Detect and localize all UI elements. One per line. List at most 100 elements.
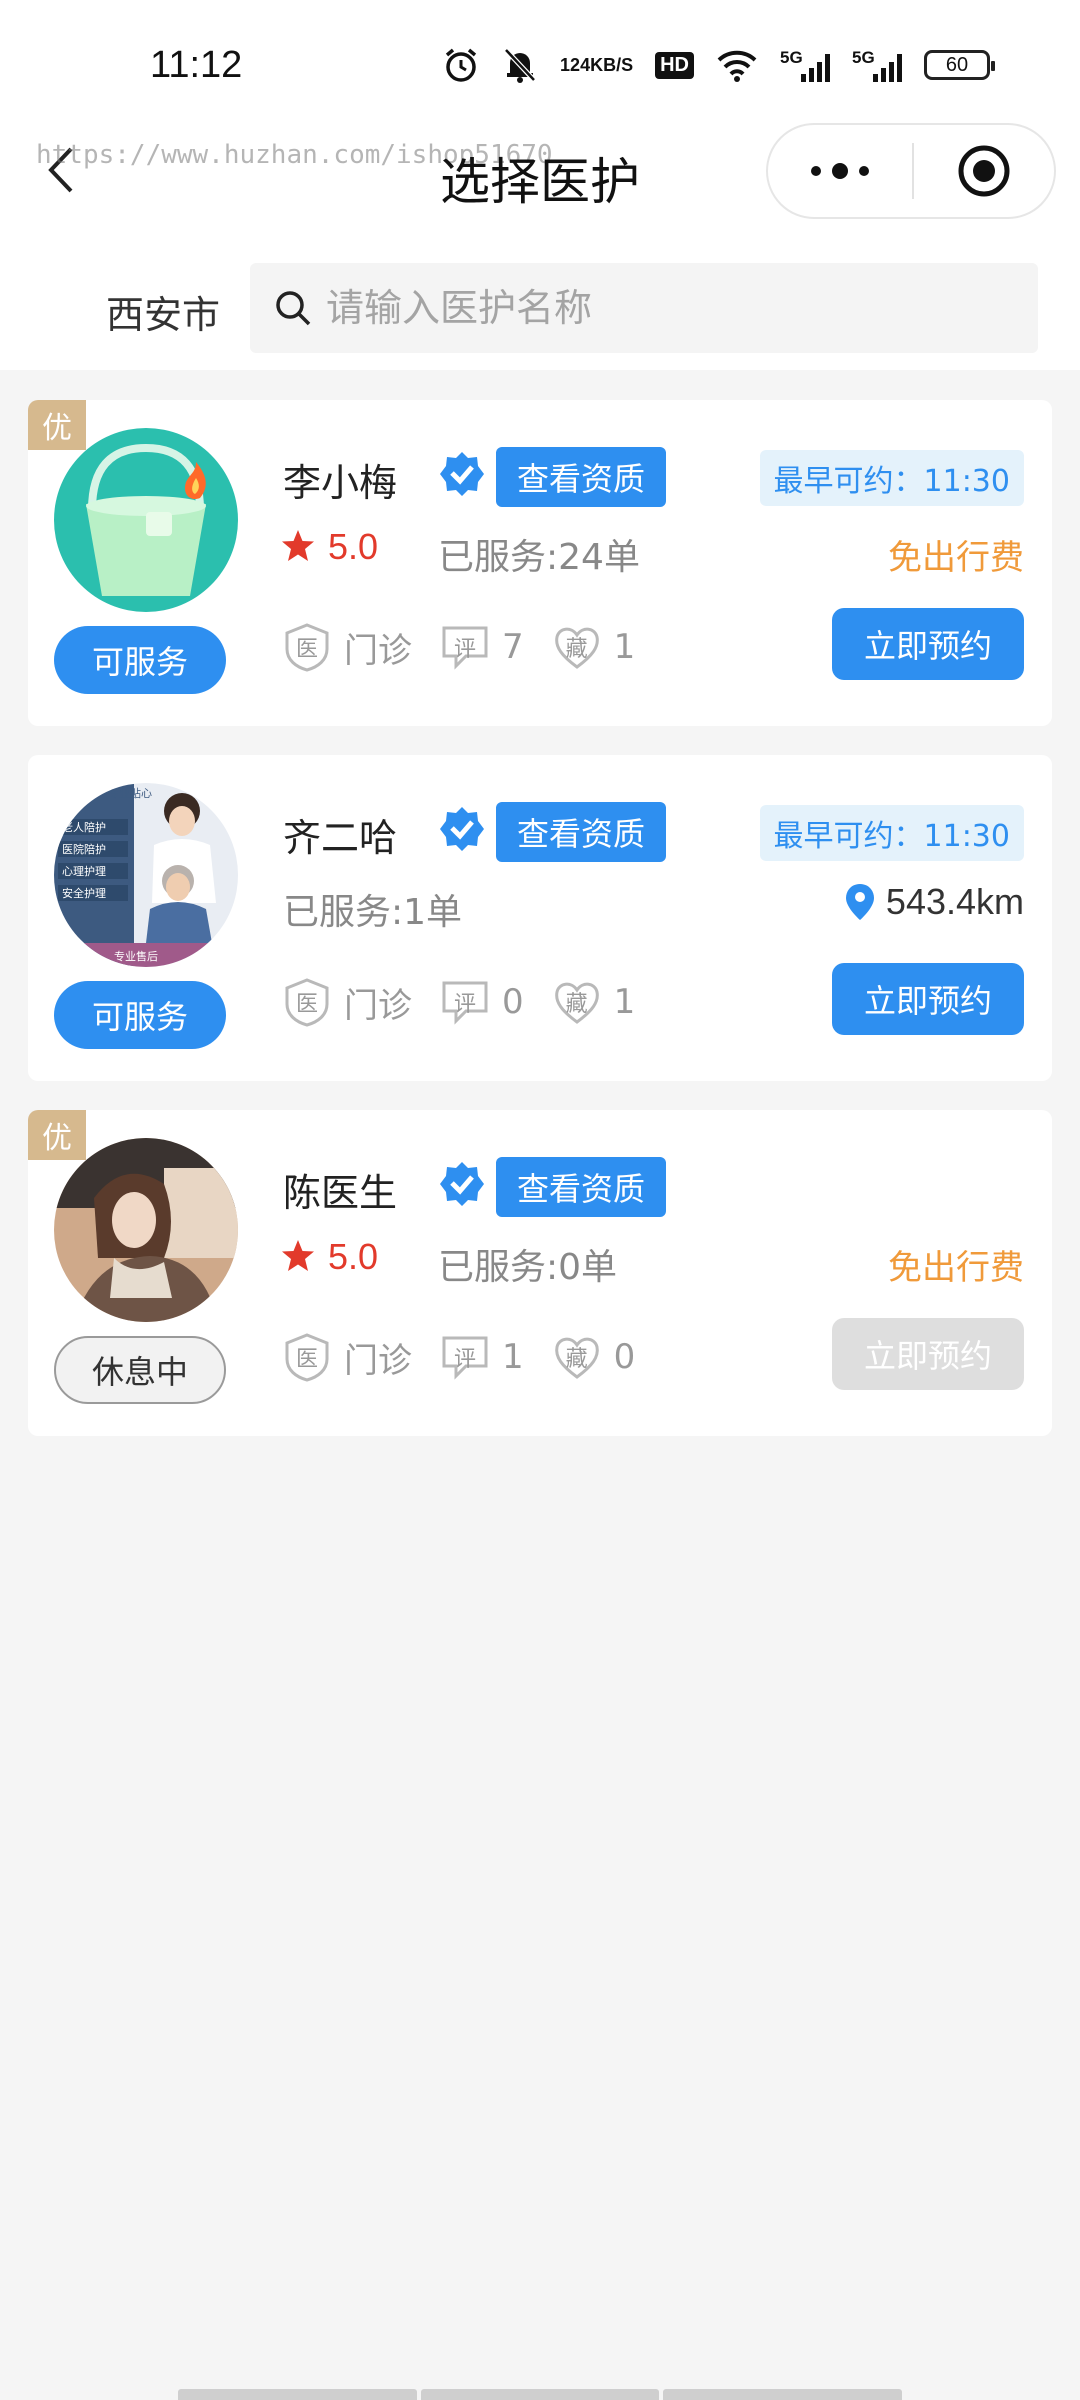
clinic-label: 门诊 (344, 630, 412, 671)
favorite-count: 1 (613, 627, 636, 667)
served-count: 已服务:1单 (283, 892, 463, 933)
city-selector[interactable]: 西安市 (106, 284, 220, 339)
net-speed-value: 124 (560, 55, 591, 75)
book-now-button-disabled: 立即预约 (832, 1318, 1024, 1390)
review-count: 1 (502, 1337, 524, 1377)
favorite-stat[interactable]: 藏 1 (552, 977, 636, 1027)
net-speed-unit: KB/S (590, 55, 634, 75)
location-pin-icon (845, 884, 874, 920)
view-credentials-button[interactable]: 查看资质 (496, 1157, 666, 1217)
status-time: 11:12 (150, 44, 243, 86)
served-count: 已服务:0单 (438, 1247, 618, 1288)
review-stat[interactable]: 评 7 (440, 622, 524, 672)
home-indicator (178, 2389, 903, 2400)
book-now-button[interactable]: 立即预约 (832, 963, 1024, 1035)
avatar (54, 428, 238, 612)
more-dots-icon (811, 163, 869, 179)
verified-badge-icon (440, 1162, 484, 1206)
avatar: 专业贴心 老人陪护 医院陪护 心理护理 安全护理 专业售后 (54, 783, 238, 967)
free-travel-tag: 免出行费 (888, 538, 1024, 578)
signal-5g-label: 5G (780, 48, 803, 67)
search-icon (276, 291, 311, 326)
served-count: 已服务:24单 (438, 537, 640, 578)
provider-name: 齐二哈 (283, 816, 398, 860)
avatar-tag: 专业贴心 (108, 786, 152, 800)
speech-bubble-icon: 评 (440, 622, 490, 672)
review-icon-char: 评 (453, 992, 476, 1017)
earliest-available-tag: 最早可约：11:30 (759, 805, 1024, 861)
clinic-stat: 医 门诊 (282, 977, 412, 1027)
search-input[interactable] (326, 286, 966, 330)
speech-bubble-icon: 评 (440, 1332, 490, 1382)
mini-program-capsule (766, 123, 1056, 219)
review-count: 0 (502, 982, 524, 1022)
verified-badge-icon (440, 452, 484, 496)
stats-row: 医 门诊 评 0 藏 1 (282, 977, 663, 1027)
target-icon (958, 145, 1010, 197)
clinic-stat: 医 门诊 (282, 1332, 412, 1382)
provider-card[interactable]: 优 可服务 李小梅 查看资质 最早可约：11:30 5.0 已服务:24单 免出… (28, 400, 1052, 726)
view-credentials-button[interactable]: 查看资质 (496, 802, 666, 862)
star-icon (282, 530, 314, 561)
avatar-tag: 老人陪护 (62, 820, 106, 834)
review-stat[interactable]: 评 0 (440, 977, 524, 1027)
status-icons: 124 KB/S HD 5G 5G 60 (442, 46, 995, 84)
review-icon-char: 评 (453, 1347, 476, 1372)
favorite-icon-char: 藏 (565, 1347, 588, 1372)
favorite-icon-char: 藏 (565, 992, 588, 1017)
wifi-icon (716, 48, 758, 82)
network-speed: 124 KB/S (560, 56, 633, 74)
shield-icon: 医 (282, 622, 332, 672)
book-now-button[interactable]: 立即预约 (832, 608, 1024, 680)
favorite-stat[interactable]: 藏 1 (552, 622, 636, 672)
battery-icon: 60 (924, 50, 995, 80)
clinic-label: 门诊 (344, 1340, 412, 1381)
avatar (54, 1138, 238, 1322)
signal-5g-icon-2: 5G (852, 48, 902, 82)
heart-icon: 藏 (552, 977, 602, 1027)
status-available-pill: 可服务 (54, 626, 226, 694)
caregiver-photo: 专业贴心 老人陪护 医院陪护 心理护理 安全护理 专业售后 (54, 783, 238, 967)
close-mini-program-button[interactable] (914, 125, 1054, 217)
avatar-tag: 心理护理 (62, 864, 106, 878)
battery-level: 60 (945, 53, 969, 76)
favorite-stat[interactable]: 藏 0 (552, 1332, 635, 1382)
provider-name: 李小梅 (283, 461, 398, 505)
more-button[interactable] (768, 125, 912, 217)
alarm-icon (442, 46, 480, 84)
search-bar (250, 263, 1038, 353)
rating-value: 5.0 (328, 526, 379, 567)
distance-info: 543.4km (844, 881, 1024, 923)
speech-bubble-icon: 评 (440, 977, 490, 1027)
preferred-badge: 优 (28, 400, 86, 450)
shield-icon: 医 (282, 977, 332, 1027)
clinic-icon-char: 医 (295, 992, 318, 1017)
favorite-count: 1 (613, 982, 636, 1022)
heart-icon: 藏 (552, 1332, 602, 1382)
distance-value: 543.4km (885, 881, 1024, 922)
earliest-available-tag: 最早可约：11:30 (759, 450, 1024, 506)
preferred-badge: 优 (28, 1110, 86, 1160)
provider-card[interactable]: 专业贴心 老人陪护 医院陪护 心理护理 安全护理 专业售后 可服务 齐二哈 查看… (28, 755, 1052, 1081)
review-icon-char: 评 (453, 637, 476, 662)
view-credentials-button[interactable]: 查看资质 (496, 447, 666, 507)
provider-card[interactable]: 优 休息中 陈医生 查看资质 5.0 已服务:0单 免出行费 医 门诊 评 1 … (28, 1110, 1052, 1436)
clinic-icon-char: 医 (295, 637, 318, 662)
heart-icon: 藏 (552, 622, 602, 672)
clinic-label: 门诊 (344, 985, 412, 1026)
doctor-photo (54, 1138, 238, 1322)
signal-5g-label-2: 5G (852, 48, 875, 67)
status-resting-pill: 休息中 (54, 1336, 226, 1404)
stats-row: 医 门诊 评 7 藏 1 (282, 622, 663, 672)
bucket-icon (54, 428, 238, 612)
status-available-pill: 可服务 (54, 981, 226, 1049)
favorite-icon-char: 藏 (565, 637, 588, 662)
provider-name: 陈医生 (283, 1171, 398, 1215)
signal-5g-icon: 5G (780, 48, 830, 82)
stats-row: 医 门诊 评 1 藏 0 (282, 1332, 663, 1382)
avatar-tag: 安全护理 (62, 886, 106, 900)
review-stat[interactable]: 评 1 (440, 1332, 524, 1382)
avatar-tag: 专业售后 (114, 949, 158, 963)
clinic-icon-char: 医 (295, 1347, 318, 1372)
mute-bell-icon (502, 46, 538, 84)
